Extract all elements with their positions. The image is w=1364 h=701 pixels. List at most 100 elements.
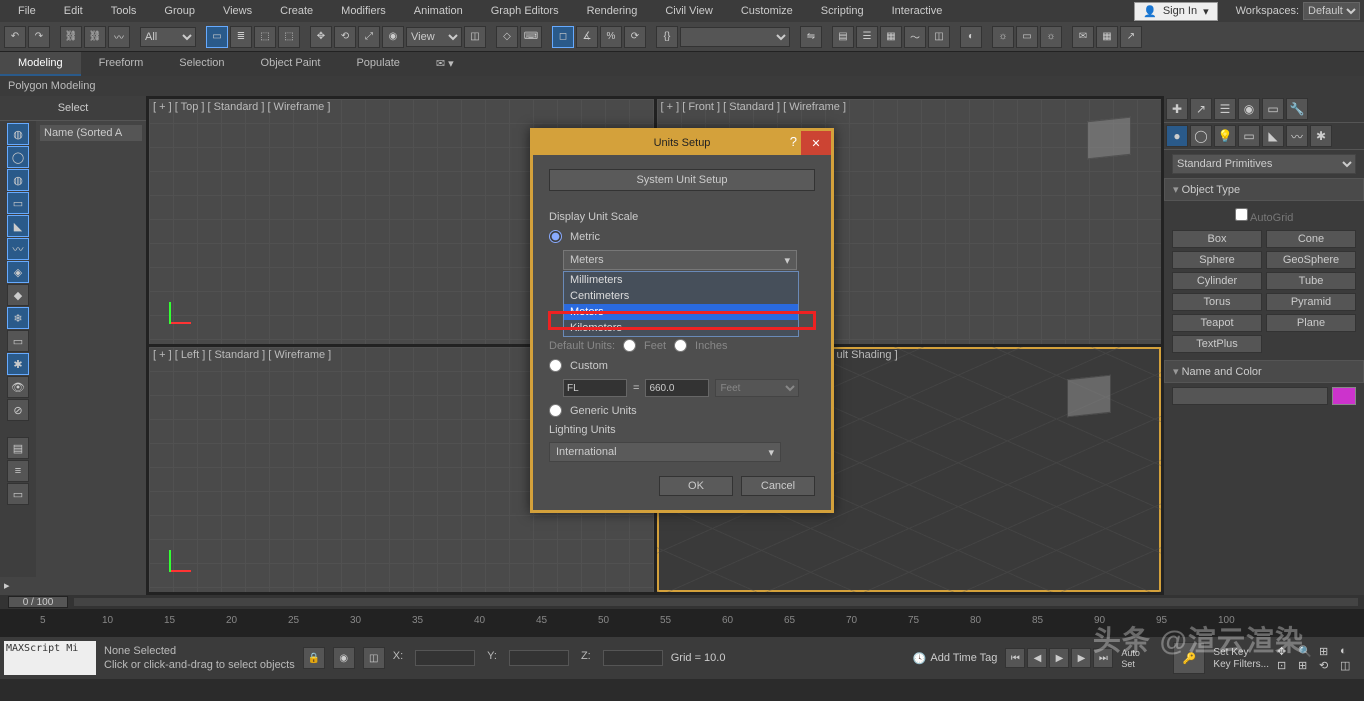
next-frame-button[interactable]: ▶ xyxy=(1071,648,1091,668)
placement-tool[interactable]: ◉ xyxy=(382,26,404,48)
cancel-button[interactable]: Cancel xyxy=(741,476,815,496)
display-frozen-icon[interactable]: ❄ xyxy=(7,307,29,329)
object-name-input[interactable] xyxy=(1172,387,1328,405)
cone-button[interactable]: Cone xyxy=(1266,230,1356,248)
add-timetag[interactable]: Add Time Tag xyxy=(930,652,997,664)
custom-value-input[interactable] xyxy=(645,379,709,397)
viewcube-icon[interactable] xyxy=(1087,117,1131,160)
keyfilters-button[interactable]: Key Filters... xyxy=(1213,659,1269,670)
menu-animation[interactable]: Animation xyxy=(400,2,477,20)
display-space-icon[interactable]: 〰 xyxy=(7,238,29,260)
display-geom-icon[interactable]: ◍ xyxy=(7,123,29,145)
display-bone-icon[interactable]: ◈ xyxy=(7,261,29,283)
menu-group[interactable]: Group xyxy=(150,2,209,20)
box-button[interactable]: Box xyxy=(1172,230,1262,248)
display-xref-icon[interactable]: ✱ xyxy=(7,353,29,375)
tab-freeform[interactable]: Freeform xyxy=(81,52,162,76)
named-sel-button[interactable]: {} xyxy=(656,26,678,48)
primitive-type-select[interactable]: Standard Primitives xyxy=(1172,154,1356,174)
rotate-tool[interactable]: ⟲ xyxy=(334,26,356,48)
rect-region-button[interactable]: ⬚ xyxy=(254,26,276,48)
select-tool[interactable]: ▭ xyxy=(206,26,228,48)
maxscript-listener[interactable]: MAXScript Mi xyxy=(4,641,96,675)
snap-toggle[interactable]: ◻ xyxy=(552,26,574,48)
menu-interactive[interactable]: Interactive xyxy=(878,2,957,20)
display-tab-icon[interactable]: ▭ xyxy=(1262,98,1284,120)
menu-civilview[interactable]: Civil View xyxy=(651,2,726,20)
lights-cat-icon[interactable]: 💡 xyxy=(1214,125,1236,147)
x-coord-input[interactable] xyxy=(415,650,475,666)
menu-customize[interactable]: Customize xyxy=(727,2,807,20)
option-kilometers[interactable]: Kilometers xyxy=(564,320,798,336)
zoomall-icon[interactable]: ⊞ xyxy=(1319,645,1339,658)
pivot-button[interactable]: ◫ xyxy=(464,26,486,48)
list-sort-header[interactable]: Name (Sorted A xyxy=(40,125,142,141)
explorer-play-icon[interactable]: ▸ xyxy=(4,579,20,593)
menu-modifiers[interactable]: Modifiers xyxy=(327,2,400,20)
option-centimeters[interactable]: Centimeters xyxy=(564,288,798,304)
menu-file[interactable]: File xyxy=(4,2,50,20)
menu-scripting[interactable]: Scripting xyxy=(807,2,878,20)
metric-select[interactable]: Meters▾ Millimeters Centimeters Meters K… xyxy=(563,250,797,270)
tab-selection[interactable]: Selection xyxy=(161,52,242,76)
schematic-view[interactable]: ◫ xyxy=(928,26,950,48)
fov-icon[interactable]: ◐ xyxy=(1340,645,1360,658)
sphere-button[interactable]: Sphere xyxy=(1172,251,1262,269)
render-button[interactable]: ☼ xyxy=(1040,26,1062,48)
tab-modeling[interactable]: Modeling xyxy=(0,52,81,76)
ok-button[interactable]: OK xyxy=(659,476,733,496)
custom-unit-select[interactable]: Feet xyxy=(715,379,799,397)
zoom-icon[interactable]: 🔍 xyxy=(1298,645,1318,658)
display-shapes-icon[interactable]: ◯ xyxy=(7,146,29,168)
prev-frame-button[interactable]: ◀ xyxy=(1027,648,1047,668)
redo-button[interactable]: ↷ xyxy=(28,26,50,48)
render-online[interactable]: ✉ xyxy=(1072,26,1094,48)
geom-cat-icon[interactable]: ● xyxy=(1166,125,1188,147)
menu-create[interactable]: Create xyxy=(266,2,327,20)
metric-radio[interactable] xyxy=(549,230,562,243)
layers-button[interactable]: ☰ xyxy=(856,26,878,48)
tab-populate[interactable]: Populate xyxy=(338,52,417,76)
modify-tab-icon[interactable]: ↗ xyxy=(1190,98,1212,120)
display-cam-icon[interactable]: ▭ xyxy=(7,192,29,214)
utilities-tab-icon[interactable]: 🔧 xyxy=(1286,98,1308,120)
align-button[interactable]: ▤ xyxy=(832,26,854,48)
spinner-snap[interactable]: ⟳ xyxy=(624,26,646,48)
option-millimeters[interactable]: Millimeters xyxy=(564,272,798,288)
autokey-button[interactable]: Auto xyxy=(1121,648,1165,658)
menu-tools[interactable]: Tools xyxy=(97,2,151,20)
play-button[interactable]: ▶ xyxy=(1049,648,1069,668)
viewcube-icon[interactable] xyxy=(1067,375,1111,418)
bind-button[interactable]: 〰 xyxy=(108,26,130,48)
list-text-icon[interactable]: ≡ xyxy=(7,460,29,482)
setkey-mode-button[interactable]: Set xyxy=(1121,659,1165,669)
menu-rendering[interactable]: Rendering xyxy=(573,2,652,20)
display-eye-icon[interactable]: 👁 xyxy=(7,376,29,398)
material-editor[interactable]: ◐ xyxy=(960,26,982,48)
lighting-select[interactable]: International▾ xyxy=(549,442,781,462)
ribbon-mail-icon[interactable]: ✉ ▾ xyxy=(418,52,472,76)
timetag-icon[interactable]: 🕓 xyxy=(913,652,927,665)
percent-snap[interactable]: % xyxy=(600,26,622,48)
shapes-cat-icon[interactable]: ◯ xyxy=(1190,125,1212,147)
mirror-button[interactable]: ⇋ xyxy=(800,26,822,48)
menu-edit[interactable]: Edit xyxy=(50,2,97,20)
workspace-select[interactable]: Default xyxy=(1303,2,1360,20)
scene-list[interactable]: Name (Sorted A xyxy=(36,121,146,577)
menu-views[interactable]: Views xyxy=(209,2,266,20)
render-share[interactable]: ↗ xyxy=(1120,26,1142,48)
plane-button[interactable]: Plane xyxy=(1266,314,1356,332)
generic-radio[interactable] xyxy=(549,404,562,417)
angle-snap[interactable]: ∡ xyxy=(576,26,598,48)
ribbon-sub[interactable]: Polygon Modeling xyxy=(0,76,1364,96)
z-coord-input[interactable] xyxy=(603,650,663,666)
frame-indicator[interactable]: 0 / 100 xyxy=(8,596,68,608)
teapot-button[interactable]: Teapot xyxy=(1172,314,1262,332)
space-cat-icon[interactable]: 〰 xyxy=(1286,125,1308,147)
frame-slider[interactable]: 0 / 100 xyxy=(0,595,1364,609)
display-group-icon[interactable]: ▭ xyxy=(7,330,29,352)
ribbon-toggle[interactable]: ▦ xyxy=(880,26,902,48)
torus-button[interactable]: Torus xyxy=(1172,293,1262,311)
maxtoggle-icon[interactable]: ◫ xyxy=(1340,659,1360,672)
manip-button[interactable]: ◇ xyxy=(496,26,518,48)
